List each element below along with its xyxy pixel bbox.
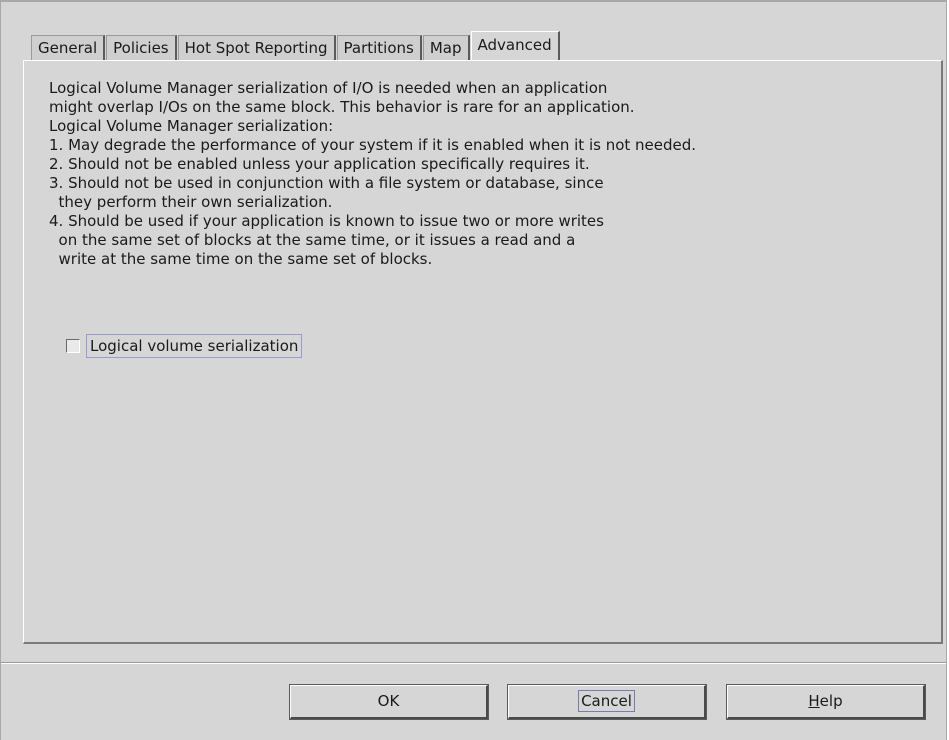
tab-hot-spot-reporting[interactable]: Hot Spot Reporting [177, 35, 336, 60]
help-mnemonic: H [808, 692, 820, 710]
tab-general[interactable]: General [31, 35, 106, 60]
advanced-tab-panel: Logical Volume Manager serialization of … [23, 60, 943, 644]
serialization-description: Logical Volume Manager serialization of … [49, 79, 697, 268]
tab-policies[interactable]: Policies [106, 35, 177, 60]
tab-advanced[interactable]: Advanced [470, 31, 560, 60]
ok-button-label: OK [377, 692, 400, 710]
serialization-checkbox-row[interactable]: Logical volume serialization [66, 334, 303, 358]
tab-partitions[interactable]: Partitions [336, 35, 422, 60]
serialization-checkbox[interactable] [66, 339, 80, 353]
help-button[interactable]: Help [726, 684, 926, 720]
button-separator [1, 662, 946, 664]
cancel-button[interactable]: Cancel [507, 684, 707, 720]
logical-volume-properties-dialog: General Policies Hot Spot Reporting Part… [0, 0, 947, 740]
tab-bar: General Policies Hot Spot Reporting Part… [31, 30, 561, 60]
ok-button[interactable]: OK [289, 684, 489, 720]
serialization-checkbox-label[interactable]: Logical volume serialization [86, 334, 303, 358]
help-button-label: Help [808, 692, 842, 710]
tab-map[interactable]: Map [422, 35, 470, 60]
help-label-rest: elp [819, 692, 843, 710]
cancel-button-label: Cancel [578, 690, 635, 712]
